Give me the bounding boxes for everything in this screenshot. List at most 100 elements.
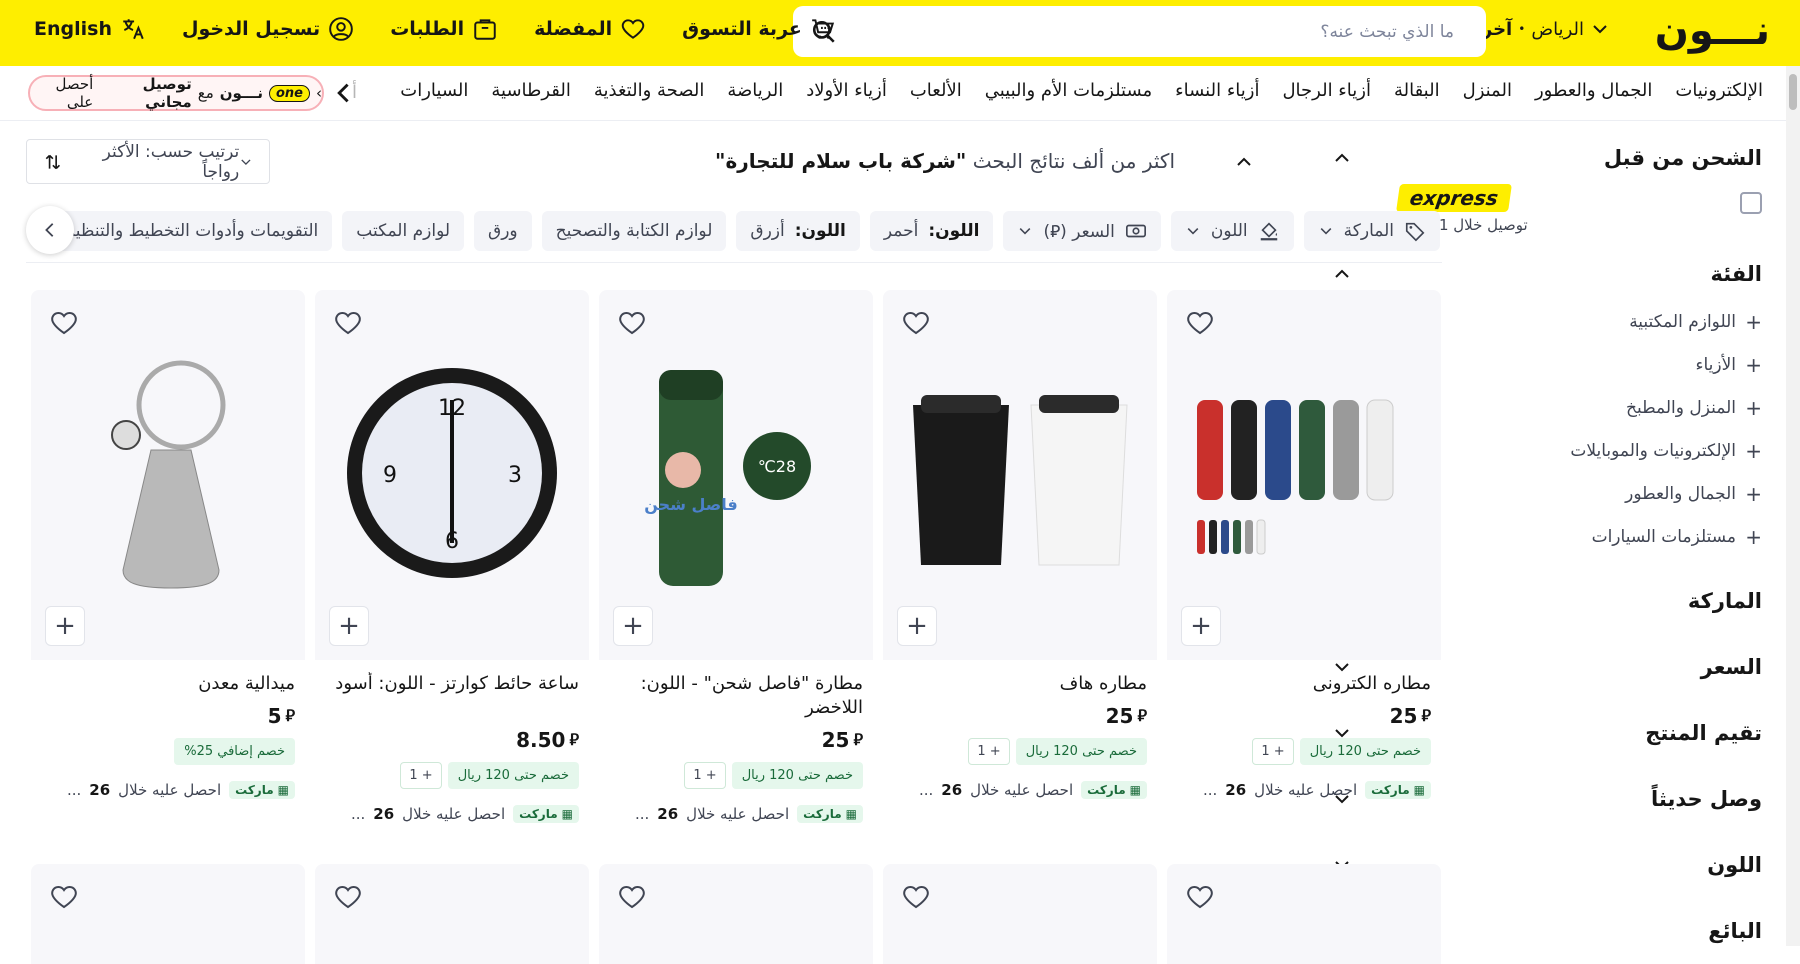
nav-divider bbox=[0, 120, 1800, 121]
product-image[interactable]: 12 6 9 3 bbox=[315, 290, 589, 660]
shipping-filter-header[interactable]: الشحن من قبل bbox=[1332, 140, 1762, 176]
filter-chip-dropdown[interactable]: الماركة bbox=[1303, 211, 1440, 251]
category-nav-item[interactable]: الصحة والتغذية bbox=[594, 80, 705, 101]
orders-button[interactable]: الطلبات bbox=[390, 16, 498, 42]
chevron-up-icon[interactable] bbox=[1234, 152, 1254, 172]
product-image-area[interactable] bbox=[883, 864, 1157, 964]
add-to-cart-button[interactable]: + bbox=[613, 606, 653, 646]
filter-chip[interactable]: لوازم المكتب bbox=[342, 211, 465, 251]
product-tags: خصم حتى 120 ريال + 1 bbox=[1177, 738, 1431, 765]
heart-icon[interactable] bbox=[331, 308, 363, 340]
product-image[interactable] bbox=[31, 290, 305, 660]
express-checkbox[interactable] bbox=[1740, 192, 1762, 214]
heart-icon bbox=[621, 19, 645, 39]
category-nav-item[interactable]: الرياضة bbox=[727, 80, 783, 101]
product-name[interactable]: مطارة "فاصل شحن" - اللون: اللاخضر bbox=[609, 672, 863, 720]
product-card[interactable] bbox=[31, 864, 305, 964]
product-name[interactable]: ميدالية معدن bbox=[41, 672, 295, 696]
location-dot: • bbox=[1518, 22, 1526, 36]
product-image-area[interactable]: + bbox=[883, 290, 1157, 660]
filter-chip-dropdown[interactable]: السعر (⃁) bbox=[1003, 211, 1161, 251]
product-card[interactable]: فاصل شحن 28℃ + مطارة "فاصل شحن" - اللون: ال… bbox=[599, 290, 873, 842]
product-image-area[interactable] bbox=[31, 864, 305, 964]
product-card[interactable]: 12 6 9 3 + ساعة حائط كوارتز - اللون: أسود ⃁ 8.5… bbox=[315, 290, 589, 842]
product-image-area[interactable] bbox=[599, 864, 873, 964]
product-image-area[interactable]: فاصل شحن 28℃ + bbox=[599, 290, 873, 660]
chevron-down-icon bbox=[1185, 223, 1201, 239]
category-nav-item[interactable]: أزياء الأولاد bbox=[806, 80, 887, 101]
product-tags: خصم حتى 120 ريال + 1 bbox=[893, 738, 1147, 765]
product-image-area[interactable] bbox=[315, 864, 589, 964]
add-to-cart-button[interactable]: + bbox=[329, 606, 369, 646]
add-to-cart-button[interactable]: + bbox=[45, 606, 85, 646]
filter-chip-selected[interactable]: اللون: أحمر bbox=[869, 211, 994, 251]
language-switch[interactable]: English bbox=[34, 16, 146, 42]
heart-icon[interactable] bbox=[47, 882, 79, 914]
category-nav-item[interactable]: السيارات bbox=[400, 80, 468, 101]
filter-chip-selected[interactable]: اللون: أزرق bbox=[736, 211, 860, 251]
sort-dropdown[interactable]: ترتيب حسب: الأكثر رواجاً bbox=[26, 139, 270, 184]
filter-chip[interactable]: التقويمات وأدوات التخطيط والتنظيم bbox=[50, 211, 333, 251]
heart-icon[interactable] bbox=[899, 882, 931, 914]
chevron-left-icon[interactable] bbox=[332, 81, 356, 105]
heart-icon[interactable] bbox=[899, 308, 931, 340]
one-promo-banner[interactable]: › one نـــون مع توصيل مجاني أحصل على bbox=[28, 75, 324, 111]
product-image-area[interactable] bbox=[1167, 864, 1441, 964]
category-nav-item[interactable]: البقالة bbox=[1394, 80, 1440, 101]
category-nav-item[interactable]: مستلزمات الأم والبيبي bbox=[985, 80, 1152, 101]
chip-label: التقويمات وأدوات التخطيط والتنظيم bbox=[64, 221, 319, 241]
category-nav-item[interactable]: القرطاسية bbox=[491, 80, 571, 101]
heart-icon[interactable] bbox=[615, 308, 647, 340]
product-card[interactable]: + ميدالية معدن ⃁ 5 خصم إضافي 25% ▦ ماركت احصل ع… bbox=[31, 290, 305, 842]
category-nav-item[interactable]: الألعاب bbox=[910, 80, 962, 101]
product-image-area[interactable]: 12 6 9 3 + bbox=[315, 290, 589, 660]
add-to-cart-button[interactable]: + bbox=[897, 606, 937, 646]
filter-chip-dropdown[interactable]: اللون bbox=[1170, 211, 1294, 251]
category-nav-item[interactable]: أزياء النساء bbox=[1175, 80, 1259, 101]
filter-chip[interactable]: لوازم الكتابة والتصحيح bbox=[541, 211, 727, 251]
chips-next-button[interactable] bbox=[26, 206, 74, 254]
product-image[interactable] bbox=[883, 290, 1157, 660]
product-card[interactable]: + مطاره هاف ⃁ 25 خصم حتى 120 ريال + 1 ▦ ماركت اح… bbox=[883, 290, 1157, 842]
noon-logo[interactable]: نـــون bbox=[1655, 8, 1770, 54]
product-card[interactable] bbox=[883, 864, 1157, 964]
product-card[interactable] bbox=[1167, 864, 1441, 964]
heart-icon[interactable] bbox=[47, 308, 79, 340]
product-image[interactable]: فاصل شحن 28℃ bbox=[599, 290, 873, 660]
product-card[interactable]: + مطاره الكترونى ⃁ 25 خصم حتى 120 ريال + 1 ▦ ما… bbox=[1167, 290, 1441, 842]
add-to-cart-button[interactable]: + bbox=[1181, 606, 1221, 646]
category-nav-item[interactable]: الإلكترونيات bbox=[1675, 80, 1763, 101]
search-input[interactable] bbox=[837, 21, 1454, 42]
product-name[interactable]: مطاره الكترونى bbox=[1177, 672, 1431, 696]
product-info: مطارة "فاصل شحن" - اللون: اللاخضر ⃁ 25 خصم … bbox=[599, 660, 873, 823]
cart-button[interactable]: عربة التسوق bbox=[682, 16, 836, 42]
results-summary: اكثر من ألف نتائج البحث "شركة باب سلام ل… bbox=[715, 149, 1175, 173]
favorites-button[interactable]: المفضلة bbox=[534, 16, 646, 42]
chip-value: أزرق bbox=[750, 221, 785, 241]
heart-icon[interactable] bbox=[1183, 882, 1215, 914]
price-value: 5 bbox=[267, 704, 282, 728]
filter-chip[interactable]: ورق bbox=[474, 211, 532, 251]
heart-icon[interactable] bbox=[615, 882, 647, 914]
category-nav-item[interactable]: المنزل bbox=[1463, 80, 1512, 101]
scrollbar-thumb[interactable] bbox=[1789, 74, 1797, 110]
page-scrollbar[interactable] bbox=[1786, 66, 1800, 946]
category-nav-item[interactable]: الجمال والعطور bbox=[1535, 80, 1652, 101]
product-image[interactable] bbox=[1167, 290, 1441, 660]
product-card[interactable] bbox=[599, 864, 873, 964]
product-name[interactable]: مطاره هاف bbox=[893, 672, 1147, 696]
login-button[interactable]: تسجيل الدخول bbox=[182, 16, 354, 42]
product-card[interactable] bbox=[315, 864, 589, 964]
product-image-area[interactable]: + bbox=[31, 290, 305, 660]
heart-icon[interactable] bbox=[331, 882, 363, 914]
product-image-area[interactable]: + bbox=[1167, 290, 1441, 660]
category-nav-item[interactable]: أزياء الرجال bbox=[1282, 80, 1370, 101]
product-name[interactable]: ساعة حائط كوارتز - اللون: أسود bbox=[325, 672, 579, 720]
product-price: ⃁ 5 bbox=[41, 704, 295, 728]
chip-label: اللون bbox=[1210, 221, 1248, 241]
chevron-up-icon bbox=[1335, 269, 1349, 278]
translate-icon bbox=[123, 19, 144, 40]
heart-icon[interactable] bbox=[1183, 308, 1215, 340]
price-value: 25 bbox=[821, 728, 850, 752]
plus-icon: + bbox=[1745, 352, 1762, 377]
